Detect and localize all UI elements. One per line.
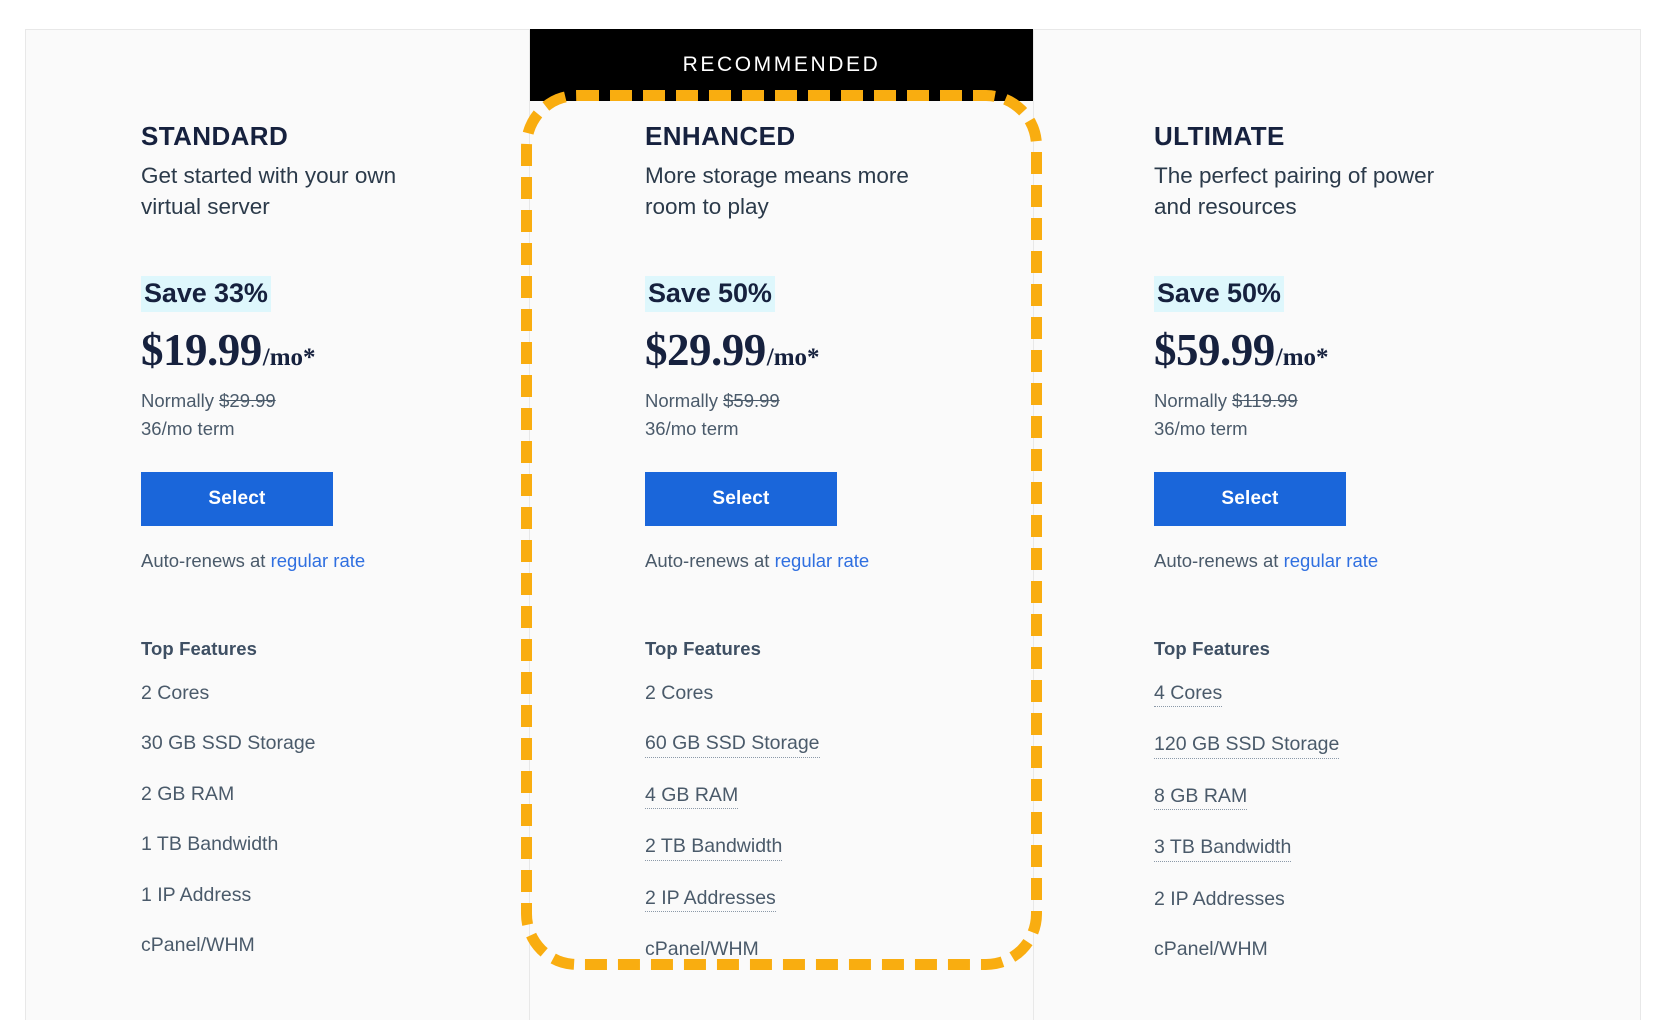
savings-wrap: Save 33%: [141, 275, 529, 312]
feature-item: 2 Cores: [645, 681, 1033, 707]
feature-label[interactable]: 60 GB SSD Storage: [645, 734, 820, 758]
select-button[interactable]: Select: [645, 471, 837, 526]
feature-label[interactable]: 4 Cores: [1154, 683, 1223, 708]
feature-label: 2 Cores: [141, 681, 210, 704]
feature-label[interactable]: 8 GB RAM: [1154, 786, 1248, 811]
original-price: $29.99: [219, 389, 276, 411]
pricing-page: STANDARD Get started with your own virtu…: [0, 0, 1673, 1020]
original-price: $59.99: [723, 389, 780, 411]
feature-item: 30 GB SSD Storage: [141, 734, 529, 757]
feature-label: cPanel/WHM: [141, 934, 255, 957]
regular-rate-link[interactable]: regular rate: [1284, 550, 1379, 571]
features-list: 2 Cores 60 GB SSD Storage 4 GB RAM 2 TB …: [645, 681, 1033, 963]
pricing-panel: STANDARD Get started with your own virtu…: [25, 29, 1641, 1020]
term-length: 36/mo term: [645, 418, 739, 440]
feature-item[interactable]: 120 GB SSD Storage: [1154, 735, 1640, 759]
select-button[interactable]: Select: [1154, 471, 1346, 526]
price-amount: $19.99: [141, 324, 262, 375]
price-row: $59.99 /mo*: [1154, 324, 1640, 375]
select-button[interactable]: Select: [141, 471, 333, 526]
price-amount: $59.99: [1154, 324, 1275, 375]
plan-card-standard: STANDARD Get started with your own virtu…: [26, 30, 529, 1020]
feature-item[interactable]: 8 GB RAM: [1154, 786, 1640, 811]
savings-badge: Save 33%: [141, 275, 271, 312]
normal-price-row: Normally $59.99: [645, 387, 1033, 416]
savings-wrap: Save 50%: [1154, 275, 1640, 312]
feature-label: 1 IP Address: [141, 883, 252, 906]
features-heading: Top Features: [1154, 637, 1270, 659]
normally-label: Normally: [1154, 389, 1233, 411]
regular-rate-link[interactable]: regular rate: [271, 550, 366, 571]
auto-renew-note: Auto-renews at regular rate: [1154, 550, 1640, 572]
feature-item: cPanel/WHM: [141, 936, 529, 959]
feature-item[interactable]: 2 TB Bandwidth: [645, 837, 1033, 861]
normally-label: Normally: [645, 389, 724, 411]
feature-item: cPanel/WHM: [1154, 940, 1640, 963]
plan-card-ultimate: ULTIMATE The perfect pairing of power an…: [1034, 30, 1640, 1020]
feature-label[interactable]: 3 TB Bandwidth: [1154, 838, 1292, 862]
price-row: $19.99 /mo*: [141, 324, 529, 375]
feature-label: 2 IP Addresses: [1154, 887, 1285, 910]
feature-item[interactable]: 60 GB SSD Storage: [645, 734, 1033, 758]
savings-badge: Save 50%: [645, 275, 775, 312]
feature-item: 2 GB RAM: [141, 782, 529, 808]
features-heading: Top Features: [645, 637, 761, 659]
feature-item: 1 TB Bandwidth: [141, 835, 529, 858]
term-length: 36/mo term: [1154, 418, 1248, 440]
feature-item[interactable]: 3 TB Bandwidth: [1154, 838, 1640, 862]
recommended-banner: RECOMMENDED: [530, 29, 1033, 101]
price-period: /mo*: [262, 343, 316, 371]
feature-label[interactable]: 120 GB SSD Storage: [1154, 735, 1340, 759]
feature-item: 2 Cores: [141, 681, 529, 707]
feature-label[interactable]: 2 TB Bandwidth: [645, 837, 783, 861]
savings-badge: Save 50%: [1154, 275, 1284, 312]
plan-description: Get started with your own virtual server: [141, 162, 397, 219]
feature-label[interactable]: 4 GB RAM: [645, 785, 739, 810]
feature-label: 30 GB SSD Storage: [141, 732, 316, 755]
feature-label: 2 GB RAM: [141, 782, 235, 805]
feature-item: 2 IP Addresses: [1154, 887, 1640, 913]
plan-name: STANDARD: [141, 121, 289, 151]
plan-description: More storage means more room to play: [645, 162, 909, 219]
feature-item[interactable]: 4 GB RAM: [645, 785, 1033, 810]
normal-price-row: Normally $29.99: [141, 387, 529, 416]
regular-rate-link[interactable]: regular rate: [775, 550, 870, 571]
feature-label[interactable]: 2 IP Addresses: [645, 888, 776, 913]
plan-name: ULTIMATE: [1154, 121, 1285, 151]
feature-item: cPanel/WHM: [645, 940, 1033, 963]
price-period: /mo*: [766, 343, 820, 371]
auto-renew-label: Auto-renews at: [141, 549, 271, 571]
plan-name: ENHANCED: [645, 121, 796, 151]
auto-renew-note: Auto-renews at regular rate: [645, 550, 1033, 572]
price-amount: $29.99: [645, 324, 766, 375]
normally-label: Normally: [141, 389, 220, 411]
feature-item[interactable]: 4 Cores: [1154, 683, 1640, 708]
feature-label: 1 TB Bandwidth: [141, 833, 279, 856]
feature-label: 2 Cores: [645, 681, 714, 704]
auto-renew-label: Auto-renews at: [1154, 549, 1284, 571]
auto-renew-note: Auto-renews at regular rate: [141, 550, 529, 572]
price-period: /mo*: [1275, 343, 1329, 371]
auto-renew-label: Auto-renews at: [645, 549, 775, 571]
price-row: $29.99 /mo*: [645, 324, 1033, 375]
feature-label: cPanel/WHM: [645, 938, 759, 961]
feature-item: 1 IP Address: [141, 883, 529, 909]
feature-label: cPanel/WHM: [1154, 938, 1268, 961]
plan-card-enhanced: ENHANCED More storage means more room to…: [529, 30, 1034, 1020]
features-heading: Top Features: [141, 637, 257, 659]
features-list: 4 Cores 120 GB SSD Storage 8 GB RAM 3 TB…: [1154, 683, 1640, 963]
feature-item[interactable]: 2 IP Addresses: [645, 888, 1033, 913]
term-length: 36/mo term: [141, 418, 235, 440]
savings-wrap: Save 50%: [645, 275, 1033, 312]
normal-price-row: Normally $119.99: [1154, 387, 1640, 416]
original-price: $119.99: [1232, 389, 1298, 411]
features-list: 2 Cores 30 GB SSD Storage 2 GB RAM 1 TB …: [141, 681, 529, 959]
plan-description: The perfect pairing of power and resourc…: [1154, 162, 1435, 219]
